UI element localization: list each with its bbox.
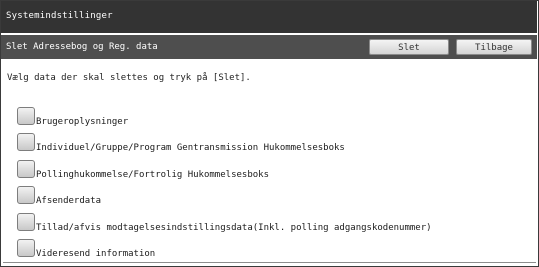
title-bar: Systemindstillinger	[1, 1, 537, 33]
page-title: Systemindstillinger	[6, 11, 113, 21]
checkbox-label: Individuel/Gruppe/Program Gentransmissio…	[36, 143, 345, 153]
checkbox-item-modtagelsesindstillinger[interactable]: Tillad/afvis modtagelsesindstillingsdata…	[17, 213, 522, 235]
checkbox-label: Brugeroplysninger	[36, 117, 129, 127]
checkbox-label: Pollinghukommelse/Fortrolig Hukommelsesb…	[36, 170, 269, 180]
checkbox[interactable]	[17, 107, 35, 125]
section-title: Slet Adressebog og Reg. data	[6, 42, 158, 52]
checkbox-item-videresend-information[interactable]: Videresend information	[17, 239, 522, 261]
checkbox-item-brugeroplysninger[interactable]: Brugeroplysninger	[17, 107, 522, 129]
checkbox-label: Videresend information	[36, 249, 156, 259]
checkbox-label: Tillad/afvis modtagelsesindstillingsdata…	[36, 223, 432, 233]
back-button[interactable]: Tilbage	[456, 39, 532, 55]
checkbox[interactable]	[17, 160, 35, 178]
delete-button[interactable]: Slet	[369, 39, 449, 55]
checkbox[interactable]	[17, 239, 35, 257]
checkbox-item-afsenderdata[interactable]: Afsenderdata	[17, 186, 522, 208]
checkbox-label: Afsenderdata	[36, 196, 102, 206]
checkbox[interactable]	[17, 213, 35, 231]
checkbox[interactable]	[17, 186, 35, 204]
checkbox-item-pollinghukommelse[interactable]: Pollinghukommelse/Fortrolig Hukommelsesb…	[17, 160, 522, 182]
instruction-text: Vælg data der skal slettes og tryk på [S…	[7, 73, 251, 83]
sub-header-bar: Slet Adressebog og Reg. data Slet Tilbag…	[1, 35, 537, 59]
bottom-divider	[3, 262, 536, 263]
checkbox-item-gentransmission-hukommelsesboks[interactable]: Individuel/Gruppe/Program Gentransmissio…	[17, 133, 522, 155]
checkbox[interactable]	[17, 133, 35, 151]
